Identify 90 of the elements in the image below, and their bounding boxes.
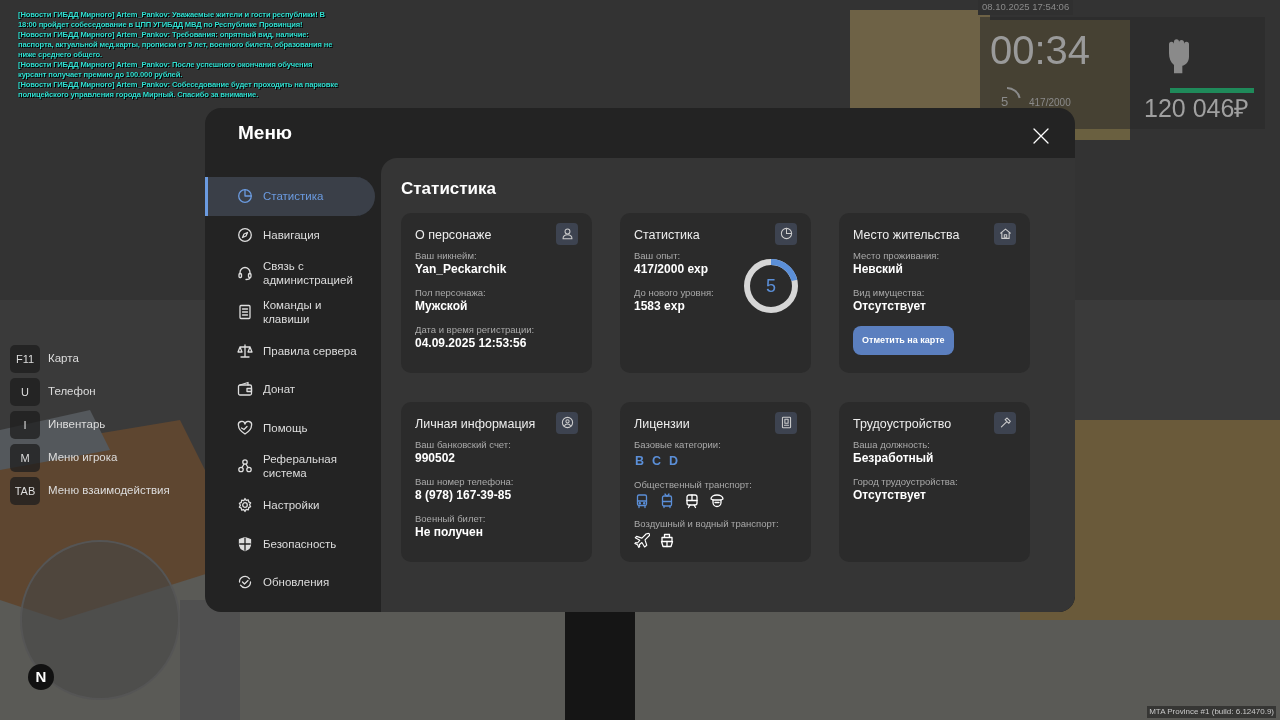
sidebar-item[interactable]: Донат (205, 369, 375, 409)
card-title: О персонаже (415, 226, 492, 244)
id-card-icon (779, 416, 793, 429)
shield-icon (237, 535, 253, 552)
headset-icon (237, 265, 253, 282)
field-label: Ваш номер телефона: (415, 475, 515, 488)
pie-chart-icon (237, 188, 253, 205)
field-label: Пол персонажа: (415, 286, 487, 299)
document-icon (237, 304, 253, 321)
card-title: Статистика (634, 226, 700, 244)
sidebar-item[interactable]: Безопасность (205, 524, 375, 563)
field-value: 990502 (415, 450, 457, 466)
timer: 00:34 (990, 30, 1091, 70)
field-value: Отсутствует (853, 298, 927, 314)
field-label: Город трудоустройства: (853, 475, 959, 488)
person-icon (560, 227, 574, 240)
field-label: Вид имущества: (853, 286, 926, 299)
card-icon-button[interactable] (994, 222, 1016, 245)
license-category: B (635, 452, 645, 470)
page-title: Статистика (401, 178, 498, 200)
field-value: 8 (978) 167-39-85 (415, 487, 513, 503)
field-label: Ваш никнейм: (415, 249, 478, 262)
house-icon (998, 227, 1012, 240)
field-label: Военный билет: (415, 512, 487, 525)
sidebar-item[interactable]: Помощь (205, 408, 375, 448)
card-title: Лицензии (634, 415, 690, 433)
field-value: 1583 exp (634, 298, 686, 314)
key-cap: I (10, 411, 40, 439)
field-label: Воздушный и водный транспорт: (634, 518, 780, 531)
card-icon-button[interactable] (994, 411, 1016, 434)
menu-title: Меню (238, 120, 293, 145)
hotkey-label: Меню взаимодействия (48, 483, 170, 499)
sidebar-item[interactable]: Реферальная система (205, 447, 375, 486)
heart-icon (237, 419, 253, 436)
hotkey-label: Меню игрока (48, 450, 118, 466)
hotkey-label: Телефон (48, 384, 96, 400)
field-label: Ваша должность: (853, 438, 931, 451)
key-cap: F11 (10, 345, 40, 373)
sidebar-item[interactable]: Навигация (205, 215, 375, 255)
field-value: 417/2000 exp (634, 261, 710, 277)
network-icon (237, 458, 253, 475)
card-icon-button[interactable] (775, 222, 797, 245)
field-value: Безработный (853, 450, 935, 466)
sidebar-item[interactable]: Команды и клавиши (205, 292, 375, 332)
sidebar-item[interactable]: Обновления (205, 562, 375, 602)
sidebar-item[interactable]: Настройки (205, 485, 375, 525)
field-label: Ваш банковский счет: (415, 438, 512, 451)
refresh-icon (237, 574, 253, 591)
field-value: 04.09.2025 12:53:56 (415, 335, 528, 351)
hotkey-label: Инвентарь (48, 417, 106, 433)
sidebar-item[interactable]: Статистика (205, 177, 375, 216)
level-number: 5 (765, 274, 777, 298)
license-category: C (652, 452, 662, 470)
card-icon-button[interactable] (556, 411, 578, 434)
card-title: Трудоустройство (853, 415, 952, 433)
user-circle-icon (560, 416, 574, 429)
experience-text: 417/2000 (1029, 96, 1071, 110)
license-category: D (669, 452, 679, 470)
field-value: Не получен (415, 524, 484, 540)
field-value: Отсутствует (853, 487, 927, 503)
pie-chart-icon (779, 227, 793, 240)
card-title: Место жительства (853, 226, 960, 244)
wallet-icon (237, 381, 253, 398)
sidebar-item[interactable]: Правила сервера (205, 331, 375, 370)
field-label: Место проживания: (853, 249, 941, 262)
card-icon-button[interactable] (775, 411, 797, 434)
key-cap: TAB (10, 477, 40, 505)
build-info: MTA Province #1 (build: 6.12470.9) (1147, 706, 1276, 718)
compass-icon (237, 226, 253, 243)
level-ring (743, 257, 799, 314)
field-value: Невский (853, 261, 904, 277)
settings-icon (237, 497, 253, 514)
card-title: Личная информация (415, 415, 536, 433)
field-label: Общественный транспорт: (634, 479, 753, 492)
money-amount: 120 046₽ (1144, 96, 1250, 121)
player-level: 5 (1001, 93, 1009, 111)
hotkey-label: Карта (48, 351, 79, 367)
field-label: Базовые категории: (634, 438, 722, 451)
field-label: Ваш опыт: (634, 249, 682, 262)
hammer-icon (998, 416, 1012, 429)
key-cap: M (10, 444, 40, 472)
map-button[interactable]: Отметить на карте (853, 325, 954, 355)
field-value: Мужской (415, 298, 469, 314)
field-label: До нового уровня: (634, 286, 715, 299)
field-value: Yan_Peckarchik (415, 261, 508, 277)
scales-icon (237, 342, 253, 359)
field-label: Дата и время регистрации: (415, 323, 536, 336)
sidebar-item[interactable]: Связь с администрацией (205, 254, 375, 293)
card-icon-button[interactable] (556, 222, 578, 245)
key-cap: U (10, 378, 40, 406)
